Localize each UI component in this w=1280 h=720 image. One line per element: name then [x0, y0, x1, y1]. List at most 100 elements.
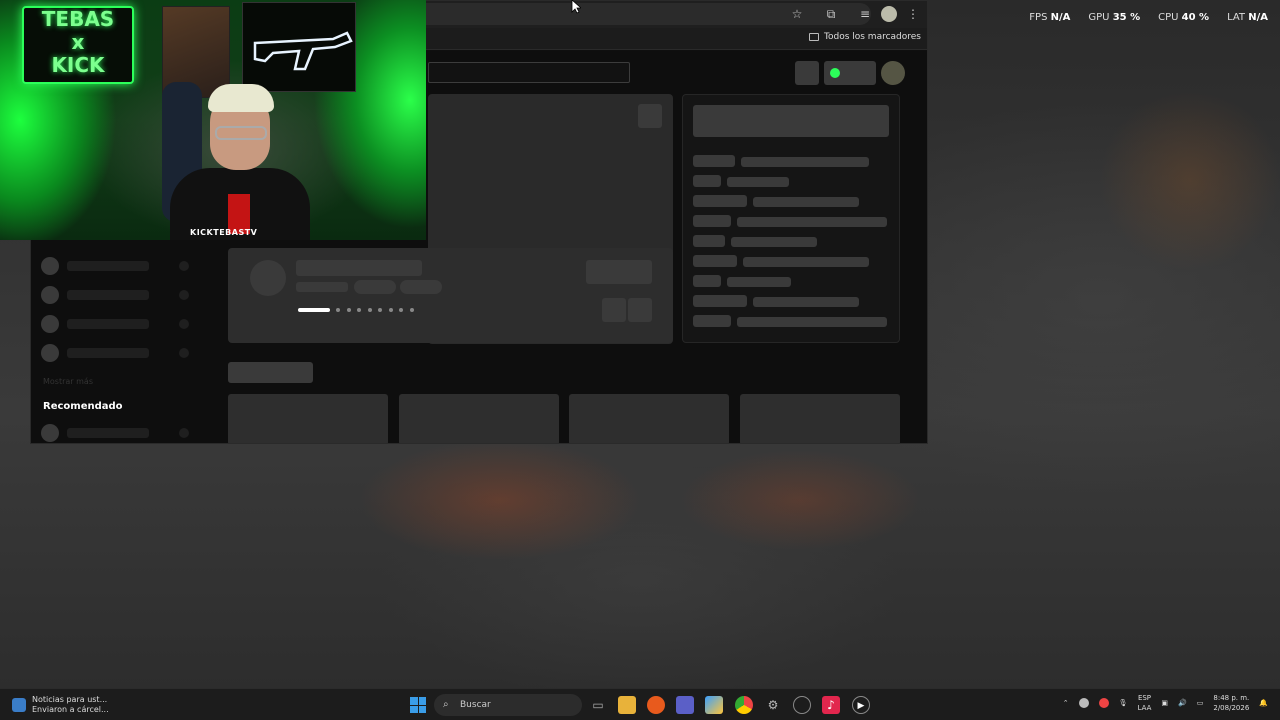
- volume-icon[interactable]: 🔊: [1178, 699, 1187, 707]
- sidebar-channel-avatar[interactable]: [41, 286, 59, 304]
- side-row-placeholder: [737, 317, 887, 327]
- side-row-placeholder: [743, 257, 869, 267]
- sidebar-channel-name: [67, 348, 149, 358]
- stream-thumbnail-placeholder[interactable]: [228, 394, 388, 443]
- keyboard-layout: LAA: [1137, 704, 1152, 712]
- media-player-icon[interactable]: ▶: [852, 696, 870, 714]
- user-avatar[interactable]: [881, 61, 905, 85]
- sidebar-show-more[interactable]: Mostrar más: [43, 377, 93, 386]
- stream-title-placeholder: [296, 260, 422, 276]
- clock[interactable]: 8:48 p. m. 2/08/2026: [1213, 693, 1249, 713]
- kick-button[interactable]: [824, 61, 876, 85]
- fps-readout: FPS N/A: [1029, 12, 1071, 23]
- carousel-dot[interactable]: [389, 308, 393, 312]
- side-row-placeholder: [727, 177, 789, 187]
- carousel-dot[interactable]: [399, 308, 403, 312]
- sidebar-channel-avatar[interactable]: [41, 257, 59, 275]
- stream-thumbnail-placeholder[interactable]: [399, 394, 559, 443]
- side-row-placeholder: [727, 277, 791, 287]
- side-row-placeholder: [693, 275, 721, 287]
- carousel-active-dot[interactable]: [298, 308, 330, 312]
- app-tray-icon[interactable]: [1098, 698, 1109, 708]
- webcam-overlay: TEBAS x KICK KICKTEBASTV: [0, 0, 426, 240]
- tiktok-icon[interactable]: ♪: [822, 696, 840, 714]
- sidebar-live-dot: [179, 319, 189, 329]
- side-row-placeholder: [753, 197, 859, 207]
- news-line: Noticias para ust...: [32, 695, 108, 704]
- firefox-icon[interactable]: [647, 696, 665, 714]
- microphone-icon[interactable]: 🎙: [1119, 699, 1128, 707]
- carousel-dot[interactable]: [347, 308, 351, 312]
- header-placeholder-button[interactable]: [795, 61, 819, 85]
- carousel-dot[interactable]: [336, 308, 340, 312]
- sidebar-live-dot: [179, 261, 189, 271]
- neon-sign: TEBAS x KICK: [22, 6, 134, 84]
- extensions-icon[interactable]: ⧉: [823, 6, 839, 22]
- side-panel-header-placeholder: [693, 105, 889, 137]
- prev-button-placeholder[interactable]: [602, 298, 626, 322]
- obs-icon[interactable]: [793, 696, 811, 714]
- performance-overlay: FPS N/A GPU 35 % CPU 40 % LAT N/A: [1029, 12, 1268, 23]
- battery-icon[interactable]: ▭: [1197, 699, 1204, 707]
- sidebar-channel-avatar[interactable]: [41, 315, 59, 333]
- sidebar-recommended-heading: Recomendado: [43, 401, 123, 412]
- windows-logo-quadrant: [418, 705, 426, 713]
- network-icon[interactable]: ▣: [1161, 699, 1168, 707]
- search-placeholder: Buscar: [460, 700, 491, 710]
- taskbar: Noticias para ust... Enviaron a cárcel..…: [0, 688, 1280, 720]
- all-bookmarks-button[interactable]: Todos los marcadores: [809, 32, 921, 42]
- taskbar-search[interactable]: ⌕ Buscar: [434, 694, 582, 716]
- file-explorer-icon[interactable]: [618, 696, 636, 714]
- stream-thumbnail-placeholder[interactable]: [740, 394, 900, 443]
- hero-corner-placeholder: [638, 104, 662, 128]
- follow-button-placeholder[interactable]: [586, 260, 652, 284]
- menu-icon[interactable]: ⋮: [905, 6, 921, 22]
- side-row-placeholder: [731, 237, 817, 247]
- tag-placeholder: [354, 280, 396, 294]
- kick-icon: [830, 68, 840, 78]
- sidebar-channel-avatar[interactable]: [41, 344, 59, 362]
- sidebar-live-dot: [179, 290, 189, 300]
- stream-thumbnail-placeholder[interactable]: [569, 394, 729, 443]
- side-row-placeholder: [693, 255, 737, 267]
- side-row-placeholder: [693, 155, 735, 167]
- sidebar-channel-name: [67, 290, 149, 300]
- chrome-icon[interactable]: [735, 696, 753, 714]
- profile-icon[interactable]: [881, 6, 897, 22]
- chevron-up-icon[interactable]: ⌃: [1063, 699, 1069, 707]
- next-button-placeholder[interactable]: [628, 298, 652, 322]
- windows-logo-quadrant: [418, 697, 426, 705]
- cpu-readout: CPU 40 %: [1158, 12, 1210, 23]
- featured-stream-card[interactable]: [228, 248, 673, 343]
- site-search-input[interactable]: [428, 62, 630, 83]
- side-row-placeholder: [693, 235, 725, 247]
- teams-icon[interactable]: [676, 696, 694, 714]
- streamer-hair: [208, 84, 274, 112]
- news-widget[interactable]: Noticias para ust... Enviaron a cárcel..…: [12, 695, 109, 715]
- carousel-dot[interactable]: [410, 308, 414, 312]
- carousel-dot[interactable]: [357, 308, 361, 312]
- settings-icon[interactable]: ⚙: [764, 696, 782, 714]
- language-indicator[interactable]: ESP LAA: [1138, 693, 1152, 713]
- sidebar-channel-name: [67, 428, 149, 438]
- streamer-glasses: [215, 126, 267, 140]
- media-icon[interactable]: ≡: [857, 6, 873, 22]
- copilot-icon[interactable]: [705, 696, 723, 714]
- star-icon[interactable]: ☆: [789, 6, 805, 22]
- carousel-dot[interactable]: [368, 308, 372, 312]
- discord-icon[interactable]: [1078, 698, 1089, 708]
- sidebar-channel-avatar[interactable]: [41, 424, 59, 442]
- task-view-icon[interactable]: ▭: [589, 696, 607, 714]
- sidebar-channel-name: [67, 319, 149, 329]
- neon-sign-line: TEBAS: [41, 7, 115, 31]
- carousel-dot[interactable]: [378, 308, 382, 312]
- notification-icon[interactable]: 🔔: [1259, 699, 1268, 707]
- mouse-cursor-icon: [571, 0, 581, 14]
- windows-logo-quadrant: [410, 697, 418, 705]
- streamer-avatar-placeholder: [250, 260, 286, 296]
- neon-sign-line: x: [71, 30, 85, 54]
- tag-placeholder: [400, 280, 442, 294]
- start-button[interactable]: [410, 697, 426, 713]
- folder-icon: [809, 33, 819, 41]
- stream-meta-placeholder: [296, 282, 348, 292]
